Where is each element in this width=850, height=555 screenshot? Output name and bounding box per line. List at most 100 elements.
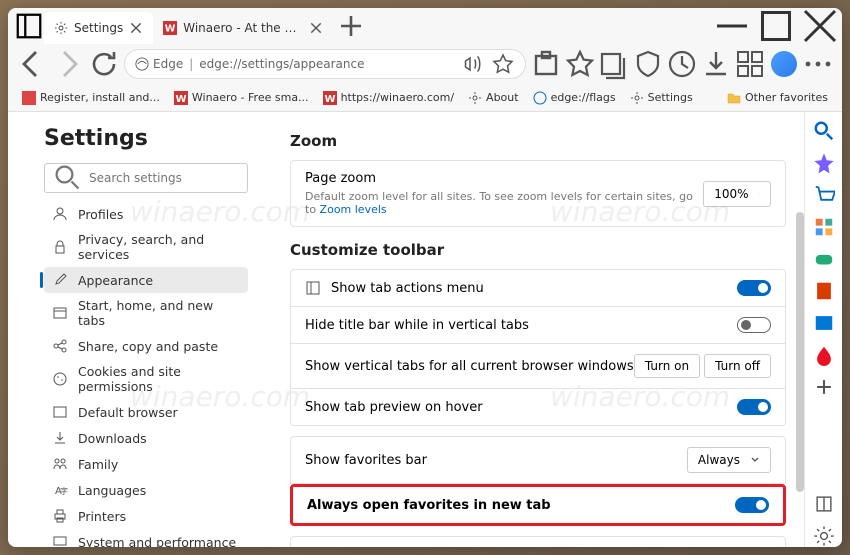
nav-system[interactable]: System and performance xyxy=(44,529,248,547)
zoom-heading: Zoom xyxy=(290,132,786,150)
language-icon: A字 xyxy=(52,482,68,498)
tab-winaero[interactable]: W Winaero - At the edge of tweaki... xyxy=(153,12,333,44)
favorites-bar-select[interactable]: Always xyxy=(687,447,771,473)
gear-icon xyxy=(54,21,68,35)
menu-icon[interactable] xyxy=(802,48,834,80)
edge-sidebar xyxy=(804,112,842,547)
flag-icon xyxy=(533,91,547,105)
turn-off-button[interactable]: Turn off xyxy=(704,354,771,378)
nav-family[interactable]: Family xyxy=(44,451,248,477)
nav-languages[interactable]: A字Languages xyxy=(44,477,248,503)
forward-button[interactable] xyxy=(52,48,84,80)
share-icon xyxy=(52,338,68,354)
new-tab-button[interactable] xyxy=(337,12,365,40)
search-icon xyxy=(53,164,83,192)
always-open-favorites-toggle[interactable] xyxy=(735,497,769,513)
shopping-icon[interactable] xyxy=(813,184,835,206)
url-text: edge://settings/appearance xyxy=(199,57,455,71)
bookmark-item[interactable]: Register, install and... xyxy=(16,88,166,108)
nav-profiles[interactable]: Profiles xyxy=(44,201,248,227)
tab-settings[interactable]: Settings xyxy=(44,12,153,44)
hide-title-bar-row: Hide title bar while in vertical tabs xyxy=(290,307,786,344)
settings-heading: Settings xyxy=(44,126,248,151)
svg-text:字: 字 xyxy=(60,486,68,496)
settings-sidebar: Settings Profiles Privacy, search, and s… xyxy=(8,112,266,547)
tab-preview-toggle[interactable] xyxy=(737,399,771,415)
bookmarks-bar: Register, install and... WWinaero - Free… xyxy=(8,84,842,112)
always-open-favorites-row: Always open favorites in new tab xyxy=(290,484,786,526)
profile-avatar[interactable] xyxy=(768,48,800,80)
discover-icon[interactable] xyxy=(813,152,835,174)
nav-downloads[interactable]: Downloads xyxy=(44,425,248,451)
collections-icon[interactable] xyxy=(598,48,630,80)
site-icon: W xyxy=(174,91,188,105)
hide-titlebar-toggle[interactable] xyxy=(737,317,771,333)
customize-sidebar-icon[interactable] xyxy=(813,493,835,515)
nav-start[interactable]: Start, home, and new tabs xyxy=(44,293,248,333)
favorites-bar-row: Show favorites bar Always xyxy=(290,436,786,484)
favorite-star-icon[interactable] xyxy=(491,52,515,76)
search-input[interactable] xyxy=(89,171,239,185)
folder-icon xyxy=(727,91,741,105)
history-icon[interactable] xyxy=(666,48,698,80)
zoom-levels-link[interactable]: Zoom levels xyxy=(320,203,387,216)
app-icon[interactable] xyxy=(734,48,766,80)
tab-actions-toggle[interactable] xyxy=(737,280,771,296)
extensions-icon[interactable] xyxy=(530,48,562,80)
outlook-icon[interactable] xyxy=(813,312,835,334)
address-bar[interactable]: Edge | edge://settings/appearance xyxy=(124,49,526,79)
refresh-button[interactable] xyxy=(88,48,120,80)
read-aloud-icon[interactable] xyxy=(461,52,485,76)
toolbar-icons xyxy=(530,48,834,80)
customize-toolbar-heading: Customize toolbar xyxy=(290,241,786,259)
nav-cookies[interactable]: Cookies and site permissions xyxy=(44,359,248,399)
show-tab-actions-row: Show tab actions menu xyxy=(290,269,786,307)
vertical-tabs-row: Show vertical tabs for all current brows… xyxy=(290,344,786,389)
back-button[interactable] xyxy=(16,48,48,80)
profile-icon xyxy=(52,206,68,222)
tab-actions-button[interactable] xyxy=(14,11,44,41)
edge-badge: Edge xyxy=(135,57,183,71)
nav-privacy[interactable]: Privacy, search, and services xyxy=(44,227,248,267)
nav-printers[interactable]: Printers xyxy=(44,503,248,529)
bookmark-item[interactable]: Whttps://winaero.com/ xyxy=(317,88,460,108)
bookmark-item[interactable]: edge://flags xyxy=(527,88,622,108)
minimize-button[interactable] xyxy=(710,8,754,44)
tab-strip: Settings W Winaero - At the edge of twea… xyxy=(8,8,710,44)
nav-share[interactable]: Share, copy and paste xyxy=(44,333,248,359)
close-icon[interactable] xyxy=(309,21,323,35)
favorites-icon[interactable] xyxy=(564,48,596,80)
zoom-select[interactable]: 100% xyxy=(703,181,771,207)
tools-icon[interactable] xyxy=(813,216,835,238)
bookmark-item[interactable]: About xyxy=(462,88,525,108)
drop-icon[interactable] xyxy=(813,344,835,366)
add-sidebar-icon[interactable] xyxy=(813,376,835,398)
page-zoom-label: Page zoom xyxy=(305,171,703,186)
tab-icon xyxy=(305,280,321,296)
browser-window: Settings W Winaero - At the edge of twea… xyxy=(8,8,842,547)
search-settings[interactable] xyxy=(44,163,248,193)
close-window-button[interactable] xyxy=(798,8,842,44)
close-icon[interactable] xyxy=(129,21,143,35)
show-sidebar-row: Show sidebar xyxy=(290,536,786,547)
office-icon[interactable] xyxy=(813,280,835,302)
system-icon xyxy=(52,534,68,547)
search-sidebar-icon[interactable] xyxy=(813,120,835,142)
scrollbar[interactable] xyxy=(796,212,804,492)
gear-icon xyxy=(468,91,482,105)
bookmark-item[interactable]: WWinaero - Free sma... xyxy=(168,88,315,108)
other-favorites[interactable]: Other favorites xyxy=(721,88,834,108)
turn-on-button[interactable]: Turn on xyxy=(634,354,700,378)
downloads-icon[interactable] xyxy=(700,48,732,80)
nav-default[interactable]: Default browser xyxy=(44,399,248,425)
nav-appearance[interactable]: Appearance xyxy=(44,267,248,293)
browser-essentials-icon[interactable] xyxy=(632,48,664,80)
games-icon[interactable] xyxy=(813,248,835,270)
tab-label: Settings xyxy=(74,21,123,35)
bookmark-item[interactable]: Settings xyxy=(624,88,699,108)
tab-preview-row: Show tab preview on hover xyxy=(290,389,786,426)
sidebar-settings-icon[interactable] xyxy=(813,525,835,547)
separator: | xyxy=(189,57,193,71)
maximize-button[interactable] xyxy=(754,8,798,44)
chevron-down-icon xyxy=(750,455,760,465)
